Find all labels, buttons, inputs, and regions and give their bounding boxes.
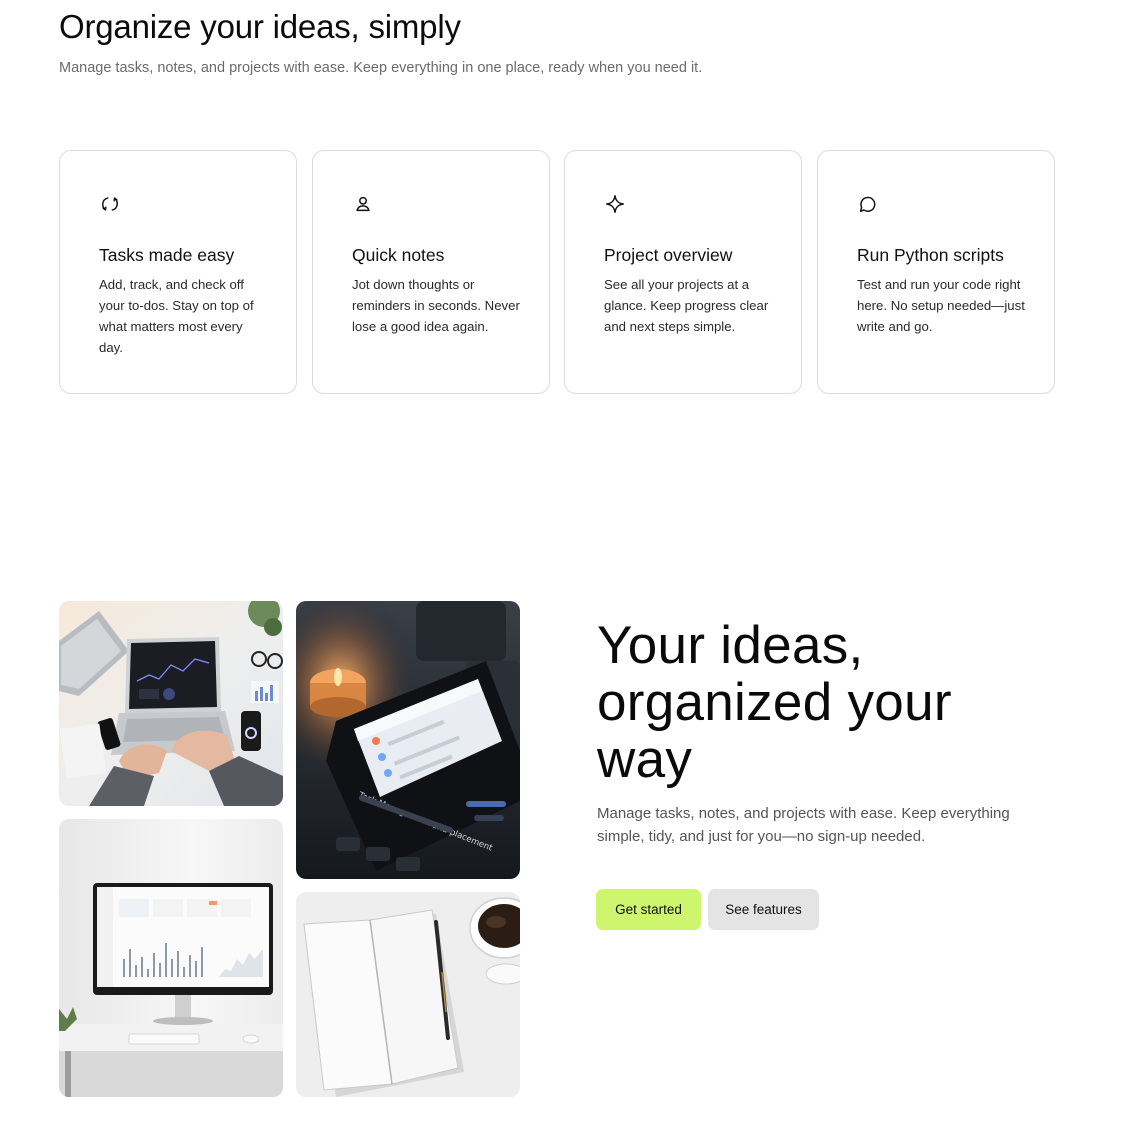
see-features-button[interactable]: See features xyxy=(708,889,819,930)
feature-title: Project overview xyxy=(604,245,733,265)
feature-title: Tasks made easy xyxy=(99,245,235,265)
laptop-desk-image xyxy=(59,601,283,806)
feature-card-python: Run Python scripts Test and run your cod… xyxy=(817,150,1055,394)
notebook-coffee-image xyxy=(296,892,520,1097)
sparkle-icon xyxy=(604,193,626,215)
chat-bubble-icon xyxy=(857,193,879,215)
feature-description: Add, track, and check off your to-dos. S… xyxy=(99,277,254,355)
section-subtitle: Manage tasks, notes, and projects with e… xyxy=(59,60,703,76)
feature-card-projects: Project overview See all your projects a… xyxy=(564,150,802,394)
feature-title: Quick notes xyxy=(352,245,445,265)
feature-description: Jot down thoughts or reminders in second… xyxy=(352,277,520,334)
tablet-task-management-image: Task Management and placement xyxy=(296,601,520,879)
get-started-button[interactable]: Get started xyxy=(596,889,701,930)
refresh-icon xyxy=(99,193,121,215)
section-title: Organize your ideas, simply xyxy=(59,8,461,45)
feature-card-tasks: Tasks made easy Add, track, and check of… xyxy=(59,150,297,394)
feature-card-notes: Quick notes Jot down thoughts or reminde… xyxy=(312,150,550,394)
feature-description: Test and run your code right here. No se… xyxy=(857,277,1025,334)
feature-title: Run Python scripts xyxy=(857,245,1004,265)
desktop-dashboard-image xyxy=(59,819,283,1097)
feature-cards: Tasks made easy Add, track, and check of… xyxy=(59,150,1057,396)
hero-subtitle: Manage tasks, notes, and projects with e… xyxy=(597,805,1010,845)
feature-description: See all your projects at a glance. Keep … xyxy=(604,277,769,334)
user-icon xyxy=(352,193,374,215)
hero-title: Your ideas, organized your way xyxy=(597,616,952,789)
